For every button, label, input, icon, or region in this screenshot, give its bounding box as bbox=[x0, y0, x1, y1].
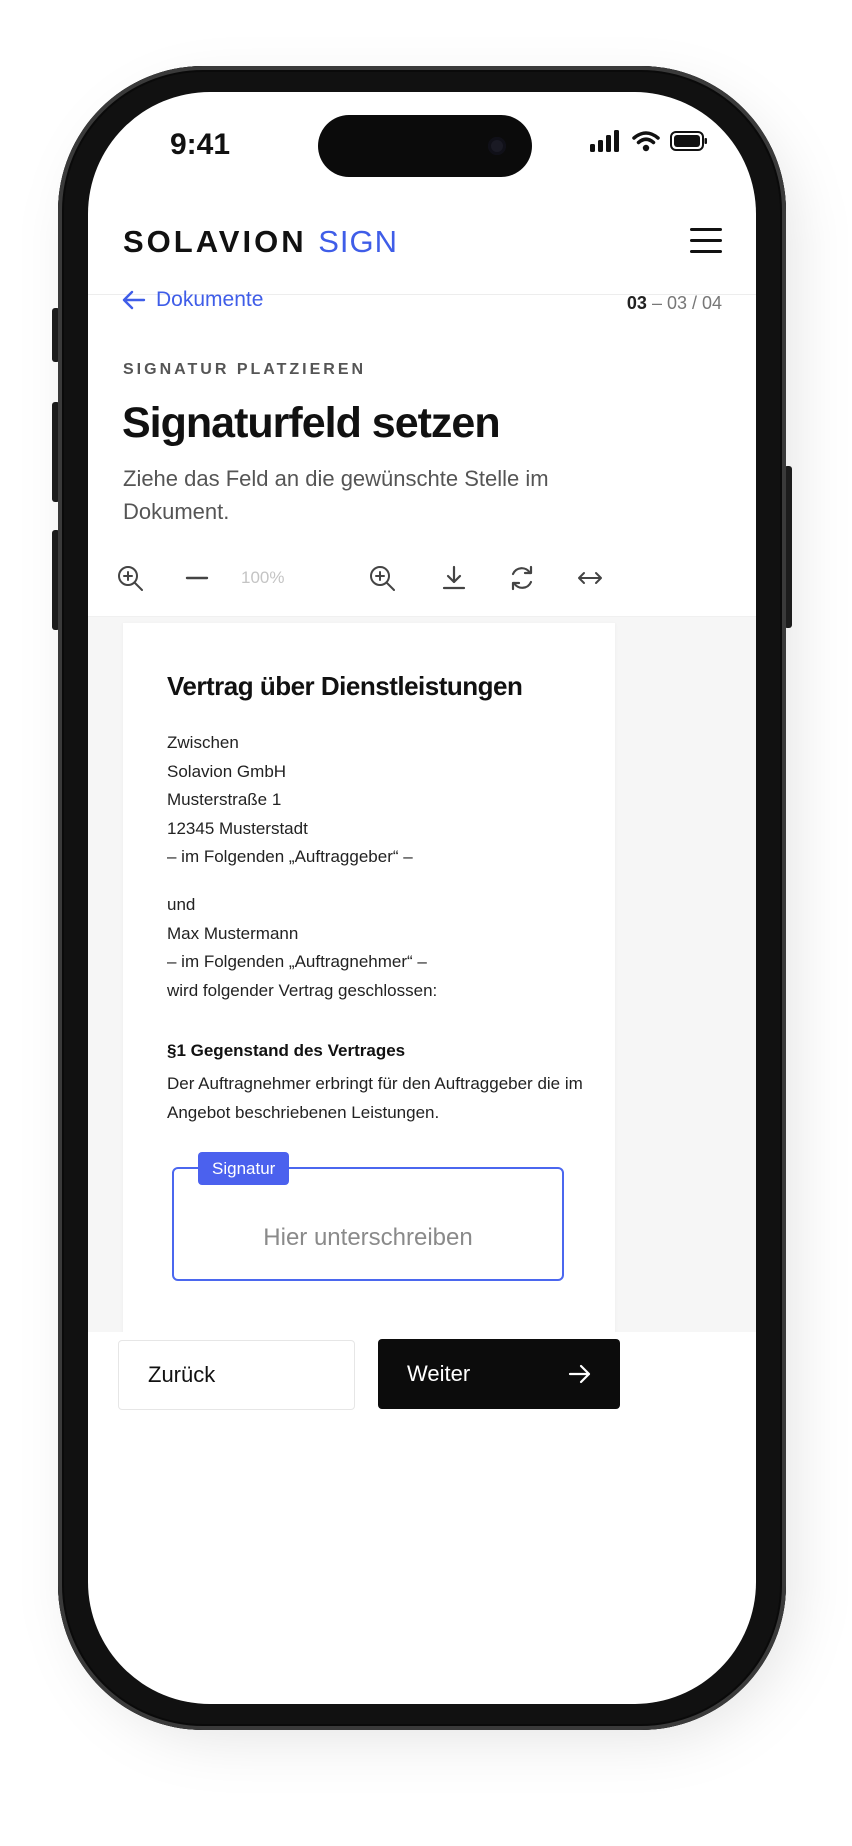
text-line: wird folgender Vertrag geschlossen: bbox=[167, 980, 438, 1000]
dynamic-island bbox=[318, 115, 532, 177]
text-line: – im Folgenden „Auftragnehmer“ – bbox=[167, 952, 427, 971]
page-subtitle: Ziehe das Feld an die gewünschte Stelle … bbox=[123, 466, 549, 524]
rotate-icon[interactable] bbox=[508, 564, 536, 592]
text-line: 12345 Musterstadt bbox=[167, 818, 308, 838]
zoom-in-icon[interactable] bbox=[116, 564, 144, 592]
signal-icon bbox=[590, 130, 619, 152]
text-line: Musterstraße 1 bbox=[167, 790, 282, 809]
document-viewer[interactable]: Vertrag über Dienstleistungen Zwischen S… bbox=[88, 617, 756, 1343]
camera-icon bbox=[488, 137, 506, 155]
step-indicator: 03 – 03 / 04 bbox=[627, 293, 722, 314]
download-icon[interactable] bbox=[440, 564, 468, 592]
text-line: Zwischen bbox=[167, 733, 239, 752]
party-a-block: Zwischen Solavion GmbH Musterstraße 1 12… bbox=[167, 729, 413, 872]
step-current: 03 bbox=[626, 293, 647, 313]
document-title: Vertrag über Dienstleistungen bbox=[167, 671, 523, 701]
document-page: Vertrag über Dienstleistungen Zwischen S… bbox=[123, 623, 615, 1343]
back-button[interactable]: Zurück bbox=[118, 1340, 355, 1410]
brand-logo[interactable]: SOLAVION SIGN bbox=[123, 224, 398, 260]
brand-name: SOLAVION bbox=[123, 224, 307, 259]
battery-icon bbox=[670, 131, 707, 151]
page-title: Signaturfeld setzen bbox=[122, 399, 501, 447]
next-button-label: Weiter bbox=[407, 1361, 471, 1386]
wifi-icon bbox=[632, 131, 660, 152]
app-header: SOLAVION SIGN bbox=[88, 210, 756, 295]
signature-field[interactable]: Signatur Hier unterschreiben bbox=[172, 1152, 564, 1281]
text-line: und bbox=[167, 895, 196, 914]
zoom-in-icon[interactable] bbox=[368, 564, 396, 592]
text-line: – im Folgenden „Auftraggeber“ – bbox=[167, 847, 413, 866]
party-b-block: und Max Mustermann – im Folgenden „Auftr… bbox=[167, 891, 437, 1005]
bottom-action-bar: Zurück Weiter bbox=[88, 1332, 756, 1492]
step-total: – 03 / 04 bbox=[651, 293, 722, 313]
text-line: Solavion GmbH bbox=[167, 761, 287, 781]
back-to-documents-link[interactable]: Dokumente bbox=[122, 288, 263, 312]
phone-screen: 9:41 SOLAVION SIGN Dokumente 03 – 03 / 0… bbox=[88, 92, 756, 1704]
section-eyebrow: SIGNATUR PLATZIEREN bbox=[123, 361, 367, 378]
back-link-label: Dokumente bbox=[156, 288, 264, 311]
arrow-left-icon bbox=[122, 290, 146, 310]
section-paragraph: Der Auftragnehmer erbringt für den Auftr… bbox=[167, 1074, 583, 1122]
brand-product: SIGN bbox=[318, 224, 399, 259]
signature-placeholder: Hier unterschreiben bbox=[263, 1224, 473, 1251]
next-button[interactable]: Weiter bbox=[378, 1339, 620, 1409]
section-heading: §1 Gegenstand des Vertrages bbox=[167, 1041, 406, 1060]
status-icons bbox=[590, 130, 708, 152]
status-time: 9:41 bbox=[170, 128, 231, 161]
zoom-level: 100% bbox=[241, 568, 285, 587]
signature-tag: Signatur bbox=[198, 1152, 290, 1185]
document-toolbar: 100% bbox=[88, 540, 756, 617]
text-line: Max Mustermann bbox=[167, 923, 299, 943]
fit-width-icon[interactable] bbox=[576, 564, 604, 592]
menu-icon[interactable] bbox=[690, 228, 722, 254]
arrow-right-icon bbox=[568, 1364, 591, 1384]
minus-icon[interactable] bbox=[183, 564, 211, 592]
